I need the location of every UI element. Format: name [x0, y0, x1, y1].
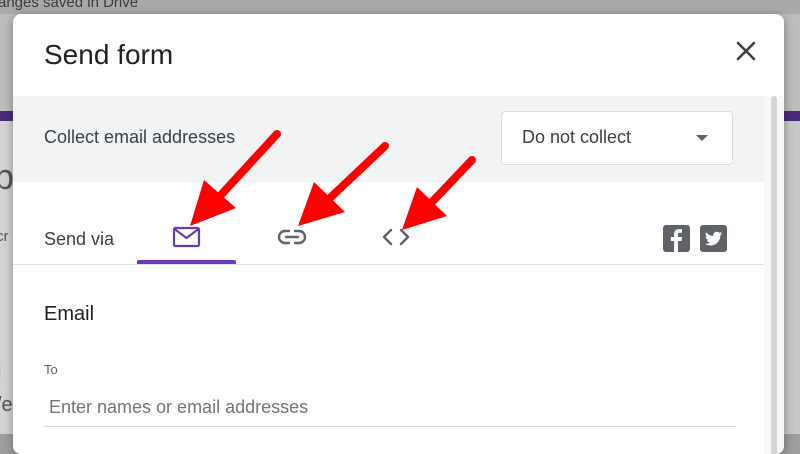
background-question-glyph: i	[0, 360, 1, 383]
to-recipients-input[interactable]	[44, 388, 736, 427]
email-section-heading: Email	[44, 303, 95, 325]
share-facebook-button[interactable]	[663, 225, 690, 252]
collect-email-row: Collect email addresses Do not collect	[13, 96, 764, 182]
dialog-title: Send form	[44, 39, 174, 70]
background-topbar: anges saved in Drive	[0, 0, 800, 14]
close-button[interactable]	[731, 36, 761, 66]
background-desc-glyph: cr	[0, 228, 9, 245]
link-icon	[277, 229, 307, 245]
chevron-down-icon	[696, 135, 708, 141]
tab-send-email[interactable]	[137, 213, 236, 265]
tab-send-link[interactable]	[263, 213, 323, 265]
twitter-icon	[705, 231, 723, 246]
dialog-scrollbar[interactable]	[764, 96, 784, 454]
share-twitter-button[interactable]	[700, 225, 727, 252]
mail-icon	[172, 226, 201, 248]
scrollbar-thumb[interactable]	[771, 96, 777, 454]
close-icon	[736, 41, 756, 61]
send-form-dialog: Send form Collect email addresses Do not…	[13, 14, 784, 454]
collect-email-select-value: Do not collect	[522, 127, 632, 147]
tabs-divider	[13, 264, 764, 265]
tab-embed-html[interactable]	[366, 213, 426, 265]
saved-status-text: anges saved in Drive	[0, 0, 139, 11]
to-field-label: To	[44, 362, 58, 377]
background-right-card	[784, 121, 800, 434]
facebook-icon	[670, 229, 682, 252]
send-via-label: Send via	[44, 229, 115, 249]
collect-email-label: Collect email addresses	[44, 127, 236, 147]
background-title-glyph: p	[0, 156, 15, 197]
code-icon	[382, 228, 410, 246]
collect-email-select[interactable]: Do not collect	[501, 111, 733, 165]
background-question-glyph-2: /e	[0, 394, 13, 416]
